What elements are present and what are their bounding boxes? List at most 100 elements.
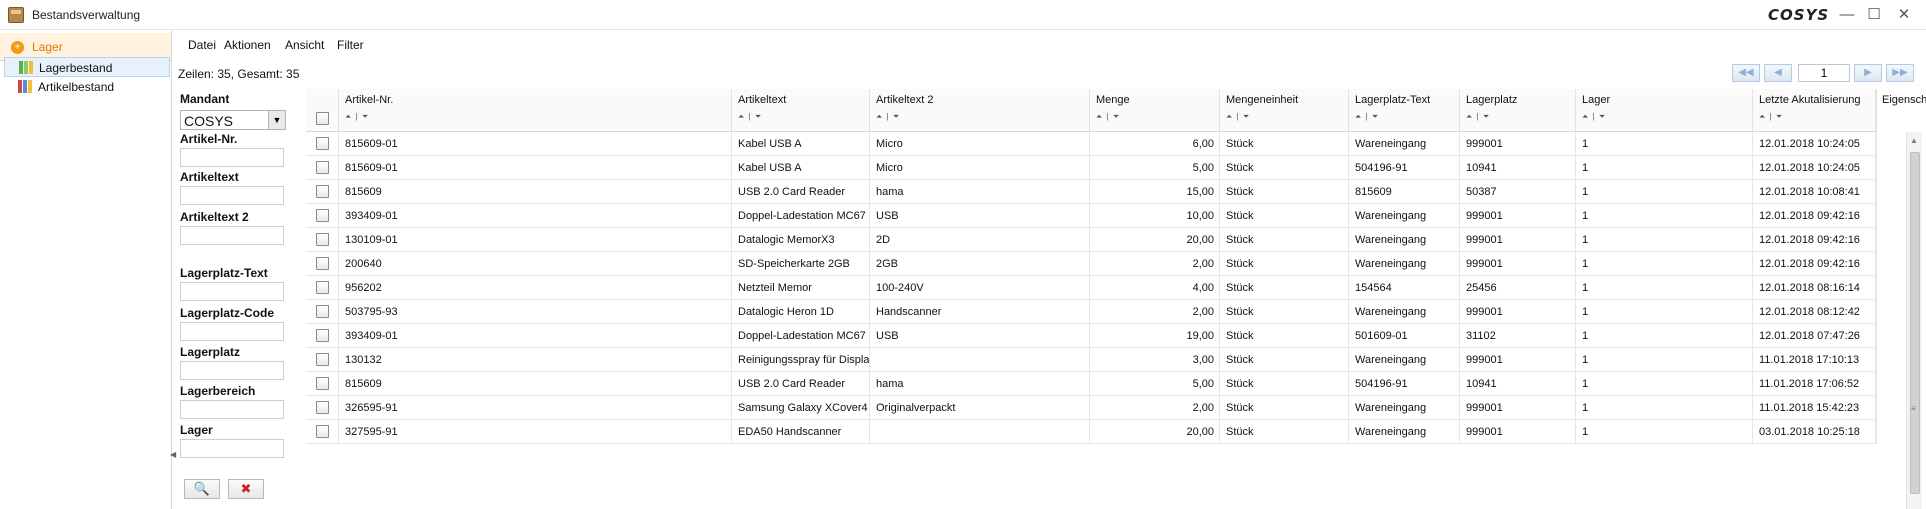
cell-value: hama	[876, 186, 904, 198]
row-checkbox[interactable]	[316, 377, 329, 390]
cell-value: Netzteil Memor	[738, 282, 812, 294]
sort-icon[interactable]: ⏶ | ⏷	[1466, 112, 1490, 122]
table-cell: 1	[1576, 228, 1753, 252]
table-cell: 815609	[1349, 180, 1460, 204]
clear-filter-button[interactable]: ✖	[228, 479, 264, 499]
row-checkbox[interactable]	[316, 257, 329, 270]
cell-value: 31102	[1466, 330, 1496, 342]
filter-input-lagerplatz[interactable]	[180, 361, 284, 380]
pager-next-button[interactable]: ▶	[1854, 64, 1882, 82]
table-cell: 999001	[1460, 228, 1576, 252]
row-select-cell	[306, 420, 339, 444]
filter-input-lagerplatz-text[interactable]	[180, 282, 284, 301]
column-header[interactable]: Lager ⏶ | ⏷	[1576, 89, 1753, 132]
column-header[interactable]: Lagerplatz-Text ⏶ | ⏷	[1349, 89, 1460, 132]
pager-page-input[interactable]: 1	[1798, 64, 1850, 82]
sort-icon[interactable]: ⏶ | ⏷	[738, 112, 762, 122]
sidebar-item-artikelbestand[interactable]: Artikelbestand	[4, 77, 170, 97]
row-checkbox[interactable]	[316, 161, 329, 174]
filter-input-artikeltext-2[interactable]	[180, 226, 284, 245]
column-header[interactable]: Eigenschaften	[1876, 89, 1926, 132]
select-all-checkbox[interactable]	[316, 112, 329, 125]
filter-input-artikel-nr[interactable]	[180, 148, 284, 167]
table-cell: 50387	[1460, 180, 1576, 204]
cell-value: 815609	[345, 378, 382, 390]
table-cell: 11.01.2018 17:10:13	[1753, 348, 1876, 372]
table-cell: 4,00	[1090, 276, 1220, 300]
collapse-panel-handle[interactable]: ◀	[170, 450, 176, 468]
menu-filter[interactable]: Filter	[337, 38, 364, 52]
sort-icon[interactable]: ⏶ | ⏷	[345, 112, 369, 122]
cell-value: Reinigungsspray für Displays 1	[738, 354, 870, 366]
scroll-up-icon[interactable]: ▲	[1910, 136, 1918, 145]
row-checkbox[interactable]	[316, 209, 329, 222]
table-cell	[1876, 228, 1877, 252]
minimize-button[interactable]: —	[1835, 4, 1859, 26]
pager-first-button[interactable]: ◀◀	[1732, 64, 1760, 82]
sort-icon[interactable]: ⏶ | ⏷	[1759, 112, 1783, 122]
row-checkbox[interactable]	[316, 329, 329, 342]
pager-last-button[interactable]: ▶▶	[1886, 64, 1914, 82]
menu-datei[interactable]: Datei	[188, 38, 216, 52]
scrollbar-thumb[interactable]	[1910, 152, 1920, 494]
row-checkbox[interactable]	[316, 233, 329, 246]
row-select-cell	[306, 204, 339, 228]
cell-value: 999001	[1466, 138, 1503, 150]
row-select-cell	[306, 228, 339, 252]
table-cell	[870, 420, 1090, 444]
sort-icon[interactable]: ⏶ | ⏷	[1096, 112, 1120, 122]
table-cell: 12.01.2018 08:16:14	[1753, 276, 1876, 300]
table-cell: SD-Speicherkarte 2GB	[732, 252, 870, 276]
cell-value: 50387	[1466, 186, 1497, 198]
table-cell: 999001	[1460, 252, 1576, 276]
close-button[interactable]: ✕	[1892, 4, 1916, 26]
row-checkbox[interactable]	[316, 137, 329, 150]
menu-ansicht[interactable]: Ansicht	[285, 38, 324, 52]
cell-value: SD-Speicherkarte 2GB	[738, 258, 850, 270]
vertical-scrollbar[interactable]: ▲ ≡	[1906, 132, 1922, 509]
cell-value: 393409-01	[345, 330, 398, 342]
table-cell: 999001	[1460, 348, 1576, 372]
sort-icon[interactable]: ⏶ | ⏷	[1355, 112, 1379, 122]
menu-aktionen[interactable]: Aktionen	[224, 38, 271, 52]
maximize-button[interactable]: ☐	[1862, 4, 1886, 26]
cell-value: Stück	[1226, 282, 1254, 294]
cell-value: 501609-01	[1355, 330, 1408, 342]
column-header[interactable]: Mengeneinheit ⏶ | ⏷	[1220, 89, 1349, 132]
column-header[interactable]: Artikeltext 2 ⏶ | ⏷	[870, 89, 1090, 132]
table-cell	[1876, 132, 1877, 156]
table-cell	[1876, 420, 1877, 444]
column-header[interactable]: Artikel-Nr. ⏶ | ⏷	[339, 89, 732, 132]
table-cell: Stück	[1220, 348, 1349, 372]
cell-value: 999001	[1466, 402, 1503, 414]
search-button[interactable]: 🔍	[184, 479, 220, 499]
filter-label-lager: Lager	[180, 423, 213, 437]
row-checkbox[interactable]	[316, 185, 329, 198]
app-icon	[8, 7, 24, 23]
pager-prev-button[interactable]: ◀	[1764, 64, 1792, 82]
row-checkbox[interactable]	[316, 353, 329, 366]
filter-input-lagerplatz-code[interactable]	[180, 322, 284, 341]
table-cell	[1876, 180, 1877, 204]
row-checkbox[interactable]	[316, 425, 329, 438]
column-header[interactable]: Lagerplatz ⏶ | ⏷	[1460, 89, 1576, 132]
chevron-down-icon[interactable]: ▼	[268, 111, 285, 129]
sort-icon[interactable]: ⏶ | ⏷	[876, 112, 900, 122]
filter-input-artikeltext[interactable]	[180, 186, 284, 205]
column-header[interactable]: Letzte Akutalisierung ⏶ | ⏷	[1753, 89, 1876, 132]
sort-icon[interactable]: ⏶ | ⏷	[1226, 112, 1250, 122]
cell-value: 1	[1582, 138, 1589, 150]
table-cell: 12.01.2018 09:42:16	[1753, 228, 1876, 252]
column-header[interactable]: Menge ⏶ | ⏷	[1090, 89, 1220, 132]
sort-icon[interactable]: ⏶ | ⏷	[1582, 112, 1606, 122]
column-header[interactable]: Artikeltext ⏶ | ⏷	[732, 89, 870, 132]
row-checkbox[interactable]	[316, 305, 329, 318]
row-checkbox[interactable]	[316, 281, 329, 294]
sidebar-item-lagerbestand[interactable]: Lagerbestand	[4, 57, 170, 77]
filter-input-lager[interactable]	[180, 439, 284, 458]
table-cell	[1876, 348, 1877, 372]
table-cell: 20,00	[1090, 420, 1220, 444]
mandant-select[interactable]: COSYS ▼	[180, 110, 286, 130]
row-checkbox[interactable]	[316, 401, 329, 414]
filter-input-lagerbereich[interactable]	[180, 400, 284, 419]
